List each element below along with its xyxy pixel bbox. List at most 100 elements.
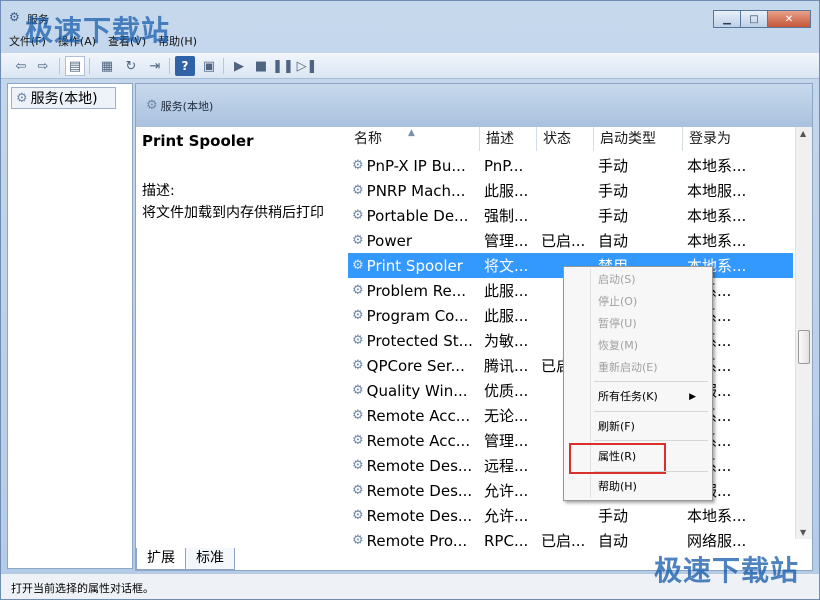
service-description-cell: 远程... xyxy=(484,457,529,475)
service-description-cell: 腾讯... xyxy=(484,357,529,375)
service-gear-icon: ⚙ xyxy=(352,183,364,198)
status-text: 打开当前选择的属性对话框。 xyxy=(11,582,154,595)
service-name-cell: ⚙ Remote Pro... xyxy=(348,532,480,550)
service-name-cell: ⚙ Power xyxy=(348,232,480,250)
service-gear-icon: ⚙ xyxy=(352,208,364,223)
scroll-up-icon[interactable]: ▲ xyxy=(800,129,806,138)
menu-item-restart[interactable]: 重新启动(E) xyxy=(598,358,708,378)
menu-separator xyxy=(594,411,708,412)
column-header-status[interactable]: 状态 xyxy=(537,127,594,151)
menu-item-label: 帮助(H) xyxy=(598,480,637,493)
service-description-cell: 管理... xyxy=(484,232,529,250)
table-row[interactable]: ⚙ Portable De... 强制... 手动 本地系... xyxy=(348,203,793,228)
service-startup-cell: 自动 xyxy=(598,532,629,550)
service-description-cell: RPC... xyxy=(484,531,529,550)
start-service-icon[interactable]: ▶ xyxy=(229,56,249,76)
properties-icon[interactable]: ▦ xyxy=(97,56,117,76)
toolbar-separator xyxy=(169,58,170,74)
scrollbar-thumb[interactable] xyxy=(798,330,810,364)
minimize-button[interactable]: ▁ xyxy=(713,10,740,28)
show-action-pane-icon[interactable]: ▣ xyxy=(199,56,219,76)
column-header-name[interactable]: 名称 ▲ xyxy=(348,127,480,151)
pause-service-icon[interactable]: ❚❚ xyxy=(272,56,294,76)
service-description-cell: 此服... xyxy=(484,182,529,200)
service-gear-icon: ⚙ xyxy=(352,308,364,323)
menu-item-all-tasks[interactable]: 所有任务(K) ▶ xyxy=(598,387,708,407)
console-tree-icon[interactable]: ▤ xyxy=(65,56,85,76)
column-header-startup-type[interactable]: 启动类型 xyxy=(594,127,683,151)
tree-item-services-local[interactable]: ⚙ 服务(本地) xyxy=(11,87,116,109)
service-status-cell: 已启... xyxy=(541,532,586,550)
service-logon-cell: 本地系... xyxy=(687,232,747,250)
table-row[interactable]: ⚙ PnP-X IP Bu... PnP... 手动 本地系... xyxy=(348,153,793,178)
tree-item-label: 服务(本地) xyxy=(30,91,98,107)
restart-service-icon[interactable]: ▷❚ xyxy=(297,56,318,76)
refresh-icon[interactable]: ↻ xyxy=(121,56,141,76)
menu-item-resume[interactable]: 恢复(M) xyxy=(598,336,708,356)
toolbar-separator xyxy=(89,58,90,74)
menu-item-label: 刷新(F) xyxy=(598,420,635,433)
menu-item-label: 启动(S) xyxy=(598,273,636,286)
service-gear-icon: ⚙ xyxy=(352,233,364,248)
service-description-cell: 无论... xyxy=(484,407,529,425)
service-logon-cell: 本地系... xyxy=(687,157,747,175)
service-name: Remote Acc... xyxy=(366,406,471,425)
column-header-row: 名称 ▲ 描述 状态 启动类型 登录为 xyxy=(348,127,793,151)
column-header-label: 名称 xyxy=(354,131,382,147)
service-logon-cell: 本地系... xyxy=(687,207,747,225)
menu-item-refresh[interactable]: 刷新(F) xyxy=(598,417,708,437)
service-startup-cell: 手动 xyxy=(598,157,629,175)
service-name-cell: ⚙ Quality Win... xyxy=(348,382,480,400)
scroll-down-icon[interactable]: ▼ xyxy=(800,528,806,537)
service-startup-cell: 手动 xyxy=(598,507,629,525)
service-name-cell: ⚙ PnP-X IP Bu... xyxy=(348,157,480,175)
table-row[interactable]: ⚙ Power 管理... 已启... 自动 本地系... xyxy=(348,228,793,253)
close-button[interactable]: ✕ xyxy=(767,10,811,28)
service-name-cell: ⚙ Remote Des... xyxy=(348,482,480,500)
toolbar-separator xyxy=(59,58,60,74)
service-description-cell: 将文... xyxy=(484,257,529,275)
table-row[interactable]: ⚙ PNRP Mach... 此服... 手动 本地服... xyxy=(348,178,793,203)
service-name: Protected St... xyxy=(366,331,473,350)
menu-item-properties[interactable]: 属性(R) xyxy=(598,447,708,467)
help-icon[interactable]: ? xyxy=(175,56,195,76)
back-arrow-icon[interactable]: ⇦ xyxy=(11,56,31,76)
panel-header: ⚙ 服务(本地) xyxy=(136,84,812,127)
service-gear-icon: ⚙ xyxy=(352,383,364,398)
tab-standard[interactable]: 标准 xyxy=(185,548,235,570)
service-description-cell: 为敏... xyxy=(484,332,529,350)
service-description-cell: PnP... xyxy=(484,156,524,175)
stop-service-icon[interactable]: ■ xyxy=(251,56,271,76)
service-startup-cell: 手动 xyxy=(598,207,629,225)
menu-separator xyxy=(594,381,708,382)
column-header-description[interactable]: 描述 xyxy=(480,127,537,151)
menu-item-label: 所有任务(K) xyxy=(598,390,658,403)
service-name: PNRP Mach... xyxy=(366,181,466,200)
service-gear-icon: ⚙ xyxy=(352,258,364,273)
gear-icon: ⚙ xyxy=(16,90,28,106)
vertical-scrollbar[interactable]: ▲ ▼ xyxy=(795,127,812,539)
watermark-logo: 极速下载站 xyxy=(25,14,171,47)
menu-item-start[interactable]: 启动(S) xyxy=(598,270,708,290)
menu-separator xyxy=(594,471,708,472)
table-row[interactable]: ⚙ Remote Des... 允许... 手动 本地系... xyxy=(348,503,793,528)
watermark-logo: 极速下载站 xyxy=(653,554,799,587)
service-name: Program Co... xyxy=(366,306,469,325)
export-list-icon[interactable]: ⇥ xyxy=(145,56,165,76)
context-menu: 启动(S) 停止(O) 暂停(U) 恢复(M) 重新启动(E) 所有任务(K) ▶ 刷新(F)… xyxy=(563,266,713,501)
maximize-button[interactable]: □ xyxy=(740,10,767,28)
service-description-cell: 此服... xyxy=(484,307,529,325)
tab-extended[interactable]: 扩展 xyxy=(136,548,186,570)
menu-item-label: 暂停(U) xyxy=(598,317,637,330)
menu-item-stop[interactable]: 停止(O) xyxy=(598,292,708,312)
service-gear-icon: ⚙ xyxy=(352,333,364,348)
forward-arrow-icon[interactable]: ⇨ xyxy=(33,56,53,76)
column-header-logon-as[interactable]: 登录为 xyxy=(683,127,753,151)
menu-separator xyxy=(594,440,708,441)
menu-item-pause[interactable]: 暂停(U) xyxy=(598,314,708,334)
services-app-icon: ⚙ xyxy=(9,10,20,24)
service-description-pane: Print Spooler 描述: 将文件加载到内存供稍后打印 xyxy=(142,132,342,224)
services-window: ⚙ 服务 ▁ □ ✕ 文件(F) 操作(A) 查看(V) 帮助(H) ⇦ ⇨ ▤… xyxy=(0,0,820,600)
menu-item-help[interactable]: 帮助(H) xyxy=(598,477,708,497)
service-description-cell: 管理... xyxy=(484,432,529,450)
